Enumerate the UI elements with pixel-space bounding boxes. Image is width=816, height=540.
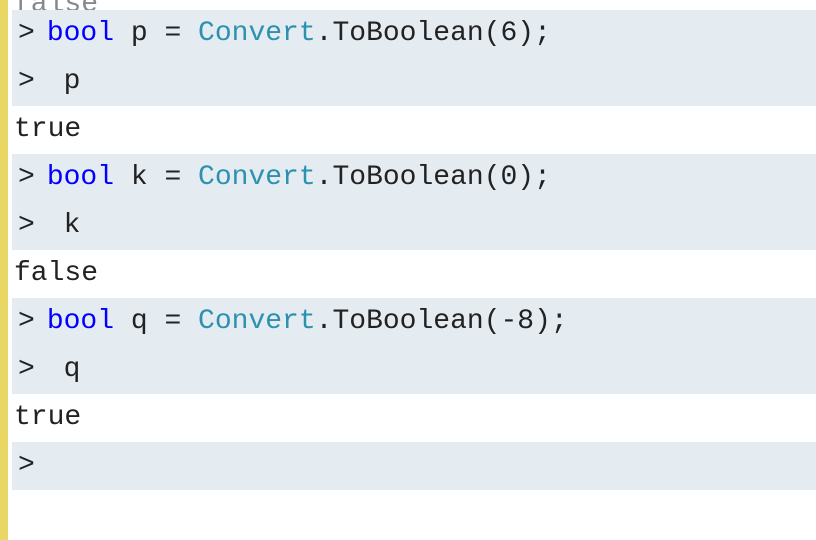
input-line: > bool p = Convert .ToBoolean(6); bbox=[12, 10, 816, 58]
keyword: bool bbox=[47, 154, 114, 202]
prompt-symbol: > bbox=[12, 298, 47, 346]
output-line: false bbox=[12, 250, 816, 298]
classname: Convert bbox=[198, 154, 316, 202]
output-line: true bbox=[12, 394, 816, 442]
repl-container: false > bool p = Convert .ToBoolean(6); … bbox=[0, 0, 816, 540]
output-text: true bbox=[12, 394, 81, 442]
output-text: true bbox=[12, 106, 81, 154]
classname: Convert bbox=[198, 298, 316, 346]
code-text: .ToBoolean(-8); bbox=[316, 298, 568, 346]
code-text: q = bbox=[114, 298, 198, 346]
code-area[interactable]: false > bool p = Convert .ToBoolean(6); … bbox=[8, 0, 816, 540]
output-line: false bbox=[12, 0, 816, 10]
code-text: k = bbox=[114, 154, 198, 202]
prompt-symbol: > bbox=[12, 154, 47, 202]
prompt-symbol: > bbox=[12, 10, 47, 58]
input-line-current[interactable]: > bbox=[12, 442, 816, 490]
output-text: false bbox=[12, 250, 98, 298]
prompt-symbol: > bbox=[12, 202, 47, 250]
code-text: .ToBoolean(0); bbox=[316, 154, 551, 202]
input-line: > q bbox=[12, 346, 816, 394]
output-text: false bbox=[12, 0, 98, 10]
code-text: p = bbox=[114, 10, 198, 58]
input-line: > p bbox=[12, 58, 816, 106]
code-text: k bbox=[47, 202, 81, 250]
code-text: q bbox=[47, 346, 81, 394]
input-line: > k bbox=[12, 202, 816, 250]
classname: Convert bbox=[198, 10, 316, 58]
prompt-symbol: > bbox=[12, 58, 47, 106]
prompt-symbol: > bbox=[12, 346, 47, 394]
prompt-symbol: > bbox=[12, 442, 47, 490]
margin-indicator bbox=[0, 0, 8, 540]
output-line: true bbox=[12, 106, 816, 154]
keyword: bool bbox=[47, 298, 114, 346]
input-line: > bool k = Convert .ToBoolean(0); bbox=[12, 154, 816, 202]
code-text: p bbox=[47, 58, 81, 106]
input-line: > bool q = Convert .ToBoolean(-8); bbox=[12, 298, 816, 346]
code-text: .ToBoolean(6); bbox=[316, 10, 551, 58]
keyword: bool bbox=[47, 10, 114, 58]
